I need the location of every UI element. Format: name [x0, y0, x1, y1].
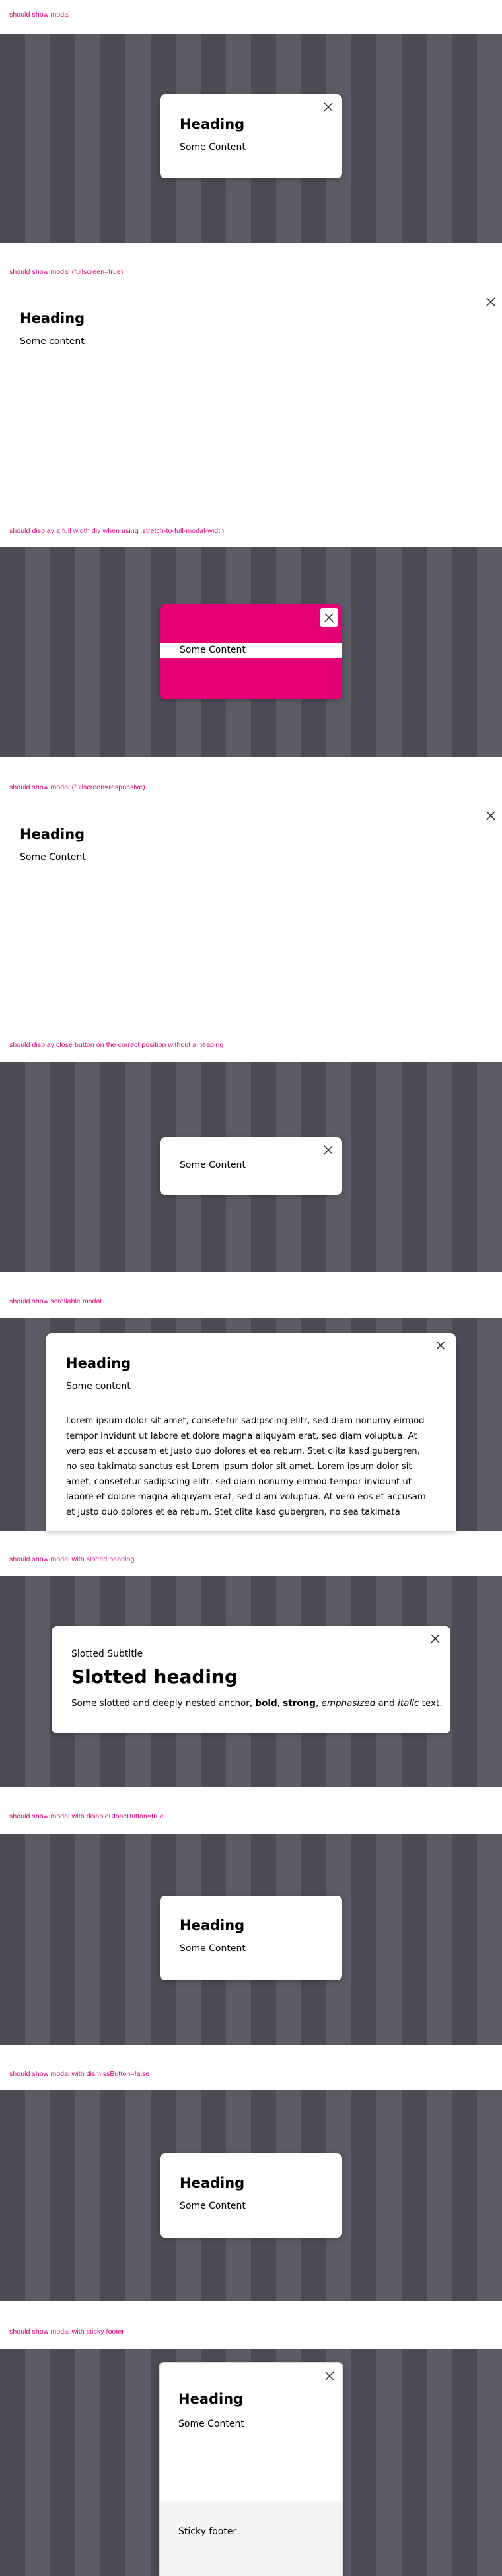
lorem-line: labore et dolore magna aliquyam erat, se… — [66, 1492, 426, 1502]
modal-content: Some Content — [180, 1160, 246, 1170]
modal-heading: Slotted heading — [71, 1666, 238, 1688]
close-icon — [324, 613, 334, 622]
modal-content: Some Content — [180, 142, 246, 153]
italic-text: italic — [398, 1698, 419, 1709]
close-button[interactable] — [321, 1143, 336, 1157]
modal-heading: Heading — [180, 2175, 245, 2191]
section-label: should show modal with dismissButton=fal… — [9, 2070, 150, 2078]
close-button[interactable] — [321, 100, 336, 114]
modal-dialog: Slotted Subtitle Slotted heading Some sl… — [52, 1626, 450, 1733]
anchor-link[interactable]: anchor — [219, 1698, 250, 1709]
modal-content: Some Content — [180, 1943, 246, 1954]
lorem-line: no sea takimata sanctus est Lorem ipsum … — [66, 1462, 412, 1472]
modal-dialog: Some Content — [160, 604, 342, 699]
modal-content: Some Content — [20, 852, 86, 863]
modal-dialog-scrollable[interactable]: Heading Some content Lorem ipsum dolor s… — [46, 1333, 456, 1531]
modal-content: Some content — [20, 336, 85, 347]
close-button[interactable] — [484, 808, 498, 823]
lorem-line: tempor invidunt ut labore et dolore magn… — [66, 1431, 417, 1441]
full-width-div: Some Content — [160, 643, 342, 658]
modal-heading: Heading — [180, 116, 245, 132]
close-button[interactable] — [322, 2369, 337, 2383]
close-icon — [436, 1341, 445, 1350]
section-label: should display close button on the corre… — [9, 1041, 224, 1049]
modal-heading: Heading — [20, 310, 85, 326]
modal-dialog: Heading Some Content — [160, 2153, 342, 2238]
modal-dialog-fullscreen: Heading Some Content — [0, 805, 502, 1036]
lorem-line: amet, consetetur sadipscing elitr, sed d… — [66, 1477, 412, 1487]
modal-dialog: Heading Some Content — [160, 1896, 342, 1980]
close-icon — [324, 102, 333, 112]
strong-text: strong — [283, 1698, 316, 1709]
bold-text: bold — [255, 1698, 277, 1709]
close-button[interactable] — [484, 295, 498, 309]
modal-content: Some content — [66, 1381, 131, 1392]
modal-dialog-fullscreen: Heading Some content — [0, 291, 502, 522]
lorem-line: Lorem ipsum dolor sit amet, consetetur s… — [66, 1416, 425, 1426]
emphasized-text: emphasized — [321, 1698, 376, 1709]
rich-text: text. — [419, 1698, 443, 1709]
modal-heading: Heading — [20, 826, 85, 842]
lorem-text: Lorem ipsum dolor sit amet, consetetur s… — [66, 1413, 449, 1520]
close-button[interactable] — [433, 1338, 448, 1353]
modal-dialog[interactable]: Heading Some Content Sticky footer — [159, 2362, 343, 2576]
section-label: should show modal (fullscreen=responsive… — [9, 783, 145, 791]
modal-heading: Heading — [180, 1917, 245, 1933]
modal-subtitle: Slotted Subtitle — [71, 1649, 143, 1659]
close-icon — [324, 1145, 333, 1155]
lorem-line: et justo duo dolores et ea rebum. Stet c… — [66, 1507, 400, 1517]
close-icon — [486, 811, 495, 820]
modal-heading: Heading — [178, 2391, 244, 2407]
modal-dialog: Some Content — [160, 1137, 342, 1195]
modal-content: Some Content — [180, 645, 246, 655]
section-label: should show scrollable modal — [9, 1297, 102, 1305]
modal-content: Some Content — [180, 2201, 246, 2211]
section-label: should show modal with slotted heading — [9, 1556, 135, 1563]
section-label: should show modal with sticky footer — [9, 2328, 125, 2336]
modal-rich-content: Some slotted and deeply nested anchor, b… — [71, 1698, 443, 1709]
lorem-line: vero eos et accusam et justo duo dolores… — [66, 1447, 420, 1456]
modal-content: Some Content — [178, 2419, 244, 2429]
close-icon — [325, 2371, 334, 2380]
sticky-footer: Sticky footer — [160, 2501, 342, 2576]
rich-text: and — [375, 1698, 398, 1709]
modal-dialog: Heading Some Content — [160, 94, 342, 178]
rich-text: , — [277, 1698, 283, 1709]
close-icon — [486, 297, 495, 306]
section-label: should show modal (fullscreen=true) — [9, 268, 124, 276]
section-label: should display a full width div when usi… — [9, 527, 225, 535]
section-label: should show modal with disableCloseButto… — [9, 1812, 164, 1820]
close-icon — [431, 1634, 440, 1643]
section-label: should show modal — [9, 11, 70, 18]
rich-text: , — [315, 1698, 322, 1709]
modal-heading: Heading — [66, 1355, 131, 1371]
close-button[interactable] — [320, 608, 338, 627]
rich-text: Some slotted and deeply nested — [71, 1698, 219, 1709]
close-button[interactable] — [428, 1631, 443, 1646]
footer-text: Sticky footer — [178, 2526, 237, 2537]
